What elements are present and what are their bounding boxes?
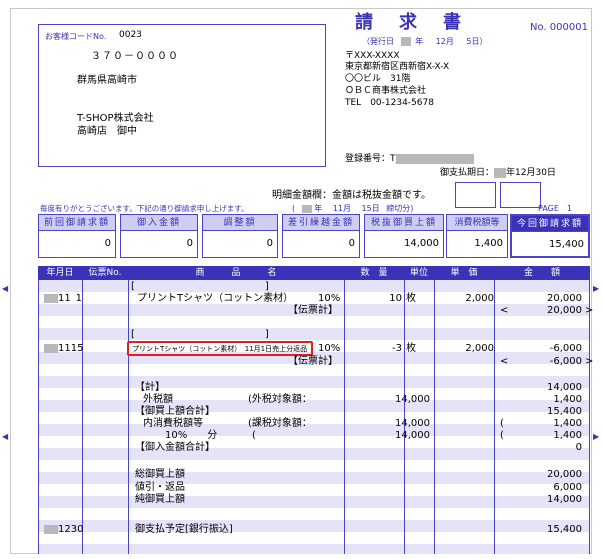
customer-code: 0023 [119, 30, 142, 40]
row2-slip-total-label: 【伝票計】 [288, 356, 338, 367]
tax-note: 明細金額欄：金額は税抜金額です。 [272, 190, 431, 201]
int-tax-base: 14,000 [395, 418, 430, 429]
pay-amount: 15,400 [547, 524, 582, 535]
rate-open: ( [252, 430, 256, 441]
summary-received: 御入金額 0 [120, 214, 198, 258]
document-number: No. 000001 [530, 22, 588, 33]
row2-bracket: [ ] [131, 329, 269, 340]
summary-adjustment: 調整額 0 [202, 214, 278, 258]
total-amount: 14,000 [547, 382, 582, 393]
stamp-box-2 [500, 182, 541, 208]
rate-amount: 1,400 [553, 430, 582, 441]
row2-slip-total-close: > [585, 356, 594, 367]
int-tax-open: ( [500, 418, 504, 429]
row2-product: プリントTシャツ（コットン素材） 11月1日売上分返品 [132, 345, 308, 353]
int-tax-amount: 1,400 [553, 418, 582, 429]
pay-date: 1230 [44, 524, 83, 536]
col-quantity: 数 量 [360, 268, 388, 278]
summary-purchase-excl-tax: 税抜御買上額 14,000 [364, 214, 444, 258]
row1-unit-price: 2,000 [465, 293, 494, 304]
summary-carryover: 差引繰越金額 0 [282, 214, 360, 258]
row2-quantity: -3 [392, 343, 402, 354]
row2-slip-total-open: < [500, 356, 509, 367]
customer-address: 群馬県高崎市 [77, 75, 137, 86]
col-product: 商 品 名 [195, 268, 277, 278]
col-unit-price: 単 価 [450, 268, 478, 278]
left-arrow-bottom: ◀ [2, 432, 9, 441]
page-number: PAGE 1 [538, 204, 572, 213]
row1-bracket: [ ] [131, 281, 269, 292]
ext-tax-base-label: (外税対象額： [248, 394, 312, 405]
thanks-message: 毎度有りがとうございます。下記の通り御請求申し上げます。 [40, 204, 249, 213]
customer-address-box: お客様コードNo. 0023 ３７０－００００ 群馬県高崎市 T-SHOP株式会… [38, 24, 326, 167]
left-arrow-top: ◀ [2, 284, 9, 293]
customer-branch: 高崎店 御中 [77, 126, 137, 137]
purchase-total-amount: 15,400 [547, 406, 582, 417]
ext-tax-amount: 1,400 [553, 394, 582, 405]
stamp-box-1 [455, 182, 496, 208]
row1-unit: 枚 [406, 293, 416, 304]
redacted-registration [395, 153, 474, 164]
rate-base: 14,000 [395, 430, 430, 441]
row2-date: 1115 [44, 343, 83, 355]
row1-slip-total-open: < [500, 305, 509, 316]
customer-postal: ３７０－００００ [91, 51, 179, 62]
ext-tax-label: 外税額 [143, 394, 173, 405]
redacted-cutoff-year [301, 204, 312, 213]
sender-tel: TEL 00-1234-5678 [345, 98, 434, 108]
gross-label: 総御買上額 [135, 469, 185, 480]
right-arrow-bottom: ▶ [593, 432, 600, 441]
col-date: 年月日 [46, 268, 74, 278]
row1-slip-total: 20,000 [547, 305, 582, 316]
rate-amount-open: ( [500, 430, 504, 441]
int-tax-base-label: (課税対象額： [248, 418, 312, 429]
paid-total-label: 【御入金額合計】 [135, 442, 215, 453]
net-label: 純御買上額 [135, 494, 185, 505]
row1-tax-rate: 10% [318, 293, 341, 304]
ext-tax-base: 14,000 [395, 394, 430, 405]
paid-total-amount: 0 [575, 442, 582, 453]
row2-unit: 枚 [406, 343, 416, 354]
row1-slip-total-close: > [585, 305, 594, 316]
right-arrow-top: ▶ [593, 284, 600, 293]
col-slip-no: 伝票No. [88, 268, 122, 278]
rate-label: 10% 分 [165, 430, 218, 441]
row1-quantity: 10 [389, 293, 402, 304]
redacted-due-year [494, 167, 507, 178]
row1-amount: 20,000 [547, 293, 582, 304]
col-unit: 単位 [409, 268, 428, 278]
summary-previous: 前回御請求額 0 [38, 214, 116, 258]
col-amount: 金 額 [523, 268, 560, 278]
pay-plan-label: 御支払予定[銀行振込] [135, 524, 233, 535]
row1-slip-total-label: 【伝票計】 [288, 305, 338, 316]
summary-consumption-tax: 消費税額等 1,400 [446, 214, 508, 258]
issue-date: （発行日 年 12月 5日） [362, 37, 488, 46]
customer-code-label: お客様コードNo. [45, 32, 107, 41]
returns-amount: 6,000 [553, 482, 582, 493]
registration-number: 登録番号：T [345, 151, 474, 164]
row2-amount: -6,000 [549, 343, 582, 354]
invoice-title: 請 求 書 [355, 12, 465, 33]
row2-unit-price: 2,000 [465, 343, 494, 354]
row2-slip-total: -6,000 [549, 356, 582, 367]
detail-body [38, 280, 590, 554]
detail-header: 年月日 伝票No. 商 品 名 数 量 単位 単 価 金 額 [38, 266, 590, 280]
summary-table: 前回御請求額 0 御入金額 0 調整額 0 差引繰越金額 0 税抜御買上額 14… [38, 214, 590, 258]
gross-amount: 20,000 [547, 469, 582, 480]
total-label: 【計】 [135, 382, 165, 393]
int-tax-label: 内消費税額等 [143, 418, 203, 429]
due-date: 御支払期日： 年12月30日 [440, 167, 556, 178]
summary-current-invoice: 今回御請求額 15,400 [510, 214, 590, 258]
row1-slip-no: 1 [75, 293, 82, 304]
row1-product: プリントTシャツ（コットン素材） [137, 293, 294, 304]
net-amount: 14,000 [547, 494, 582, 505]
returns-label: 値引・返品 [135, 482, 185, 493]
row2-tax-rate: 10% [318, 343, 341, 354]
purchase-total-label: 【御買上額合計】 [135, 406, 215, 417]
cutoff-period: ( 年 11月 15日 締切分) [292, 204, 414, 213]
redacted-year [400, 37, 411, 46]
